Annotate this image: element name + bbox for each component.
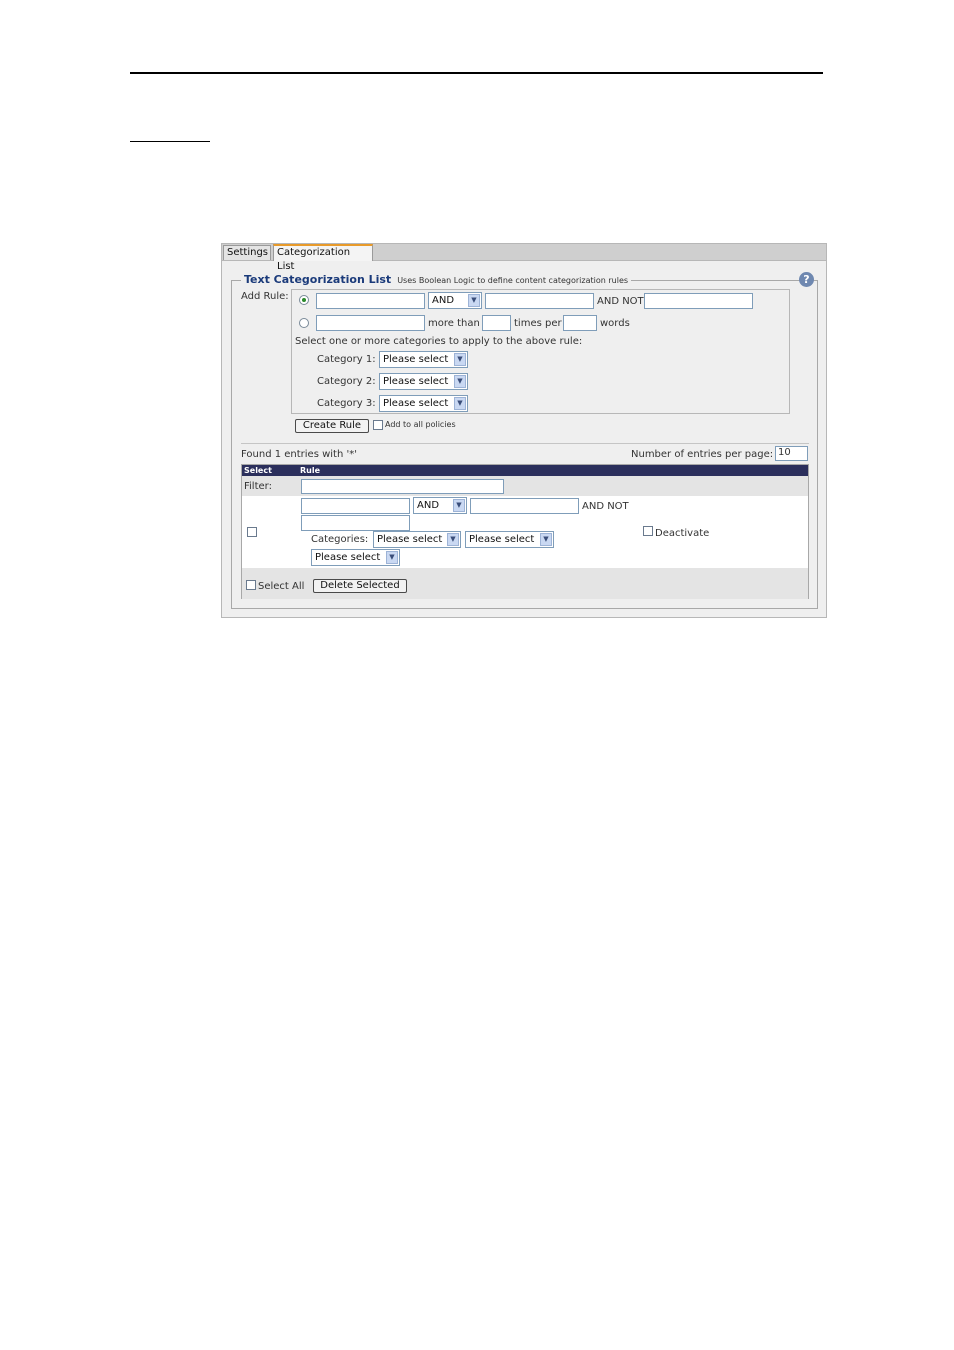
header-rule (130, 72, 823, 74)
table-footer: Select All Delete Selected (242, 568, 808, 599)
filter-input[interactable] (301, 479, 504, 494)
chevron-down-icon: ▼ (540, 533, 552, 546)
add-rule-label: Add Rule: (241, 291, 289, 302)
entry-category-3-value: Please select (315, 552, 381, 563)
filter-row: Filter: (242, 476, 808, 496)
times-per-label: times per (514, 318, 562, 329)
found-entries-text: Found 1 entries with '*' (241, 449, 357, 460)
times-per-input[interactable] (563, 315, 597, 331)
category-3-value: Please select (383, 398, 449, 409)
select-categories-text: Select one or more categories to apply t… (295, 336, 583, 347)
operator-select[interactable]: AND ▼ (428, 292, 482, 309)
chevron-down-icon: ▼ (454, 375, 466, 388)
rule-term-1-input[interactable] (316, 293, 425, 309)
entries-per-page-label: Number of entries per page: (631, 449, 774, 460)
chevron-down-icon: ▼ (454, 353, 466, 366)
rule-exclude-input[interactable] (644, 293, 753, 309)
entry-term-2-input[interactable] (470, 498, 579, 514)
chevron-down-icon: ▼ (447, 533, 459, 546)
and-not-label: AND NOT (597, 296, 644, 307)
category-2-value: Please select (383, 376, 449, 387)
entry-category-2-value: Please select (469, 534, 535, 545)
category-1-label: Category 1: (317, 354, 376, 365)
deactivate-checkbox[interactable] (643, 526, 653, 536)
create-rule-button[interactable]: Create Rule (295, 419, 369, 433)
category-1-value: Please select (383, 354, 449, 365)
rules-table: Select Rule Filter: AND ▼ AND NOT Catego… (241, 464, 809, 599)
category-1-select[interactable]: Please select ▼ (379, 351, 468, 368)
chevron-down-icon: ▼ (454, 397, 466, 410)
tab-settings[interactable]: Settings (223, 245, 271, 260)
category-3-select[interactable]: Please select ▼ (379, 395, 468, 412)
fieldset-legend: Text Categorization List Uses Boolean Log… (241, 273, 632, 286)
more-than-input[interactable] (482, 315, 511, 331)
deactivate-label: Deactivate (655, 528, 710, 539)
entry-categories-label: Categories: (311, 534, 369, 545)
add-to-all-policies-label: Add to all policies (385, 420, 456, 429)
legend-title: Text Categorization List (244, 273, 392, 286)
column-select-header: Select (244, 466, 272, 475)
help-icon[interactable]: ? (799, 272, 814, 287)
boolean-rule-radio[interactable] (299, 295, 309, 305)
legend-subtitle: Uses Boolean Logic to define content cat… (397, 276, 629, 285)
rule-term-2-input[interactable] (485, 293, 594, 309)
entry-operator-value: AND (417, 500, 440, 511)
entry-term-1-input[interactable] (301, 498, 410, 514)
more-than-label: more than (428, 318, 480, 329)
operator-value: AND (432, 295, 455, 306)
delete-selected-button[interactable]: Delete Selected (313, 579, 407, 593)
filter-label: Filter: (244, 481, 272, 492)
words-label: words (600, 318, 630, 329)
table-row: AND ▼ AND NOT Categories: Please select … (242, 496, 808, 568)
categorization-panel: Settings Categorization List Text Catego… (221, 243, 827, 618)
tab-categorization-list[interactable]: Categorization List (273, 244, 373, 272)
chevron-down-icon: ▼ (386, 551, 398, 564)
category-2-label: Category 2: (317, 376, 376, 387)
entry-operator-select[interactable]: AND ▼ (413, 497, 467, 514)
entry-and-not-label: AND NOT (582, 501, 629, 512)
column-rule-header: Rule (300, 466, 321, 475)
entry-category-1-select[interactable]: Please select ▼ (373, 531, 461, 548)
add-to-all-policies-checkbox[interactable] (373, 420, 383, 430)
row-select-checkbox[interactable] (247, 527, 257, 537)
chevron-down-icon: ▼ (468, 294, 480, 307)
entry-category-3-select[interactable]: Please select ▼ (311, 549, 400, 566)
table-header: Select Rule (242, 465, 808, 476)
tab-bar: Settings Categorization List (222, 244, 826, 272)
entry-category-2-select[interactable]: Please select ▼ (465, 531, 554, 548)
section-divider (241, 443, 809, 444)
entries-per-page-input[interactable]: 10 (775, 446, 808, 461)
entry-exclude-input[interactable] (301, 515, 410, 531)
frequency-term-input[interactable] (316, 315, 425, 331)
category-3-label: Category 3: (317, 398, 376, 409)
section-underline (130, 141, 210, 142)
frequency-rule-radio[interactable] (299, 318, 309, 328)
select-all-label: Select All (258, 581, 305, 592)
chevron-down-icon: ▼ (453, 499, 465, 512)
entry-category-1-value: Please select (377, 534, 443, 545)
select-all-checkbox[interactable] (246, 580, 256, 590)
category-2-select[interactable]: Please select ▼ (379, 373, 468, 390)
